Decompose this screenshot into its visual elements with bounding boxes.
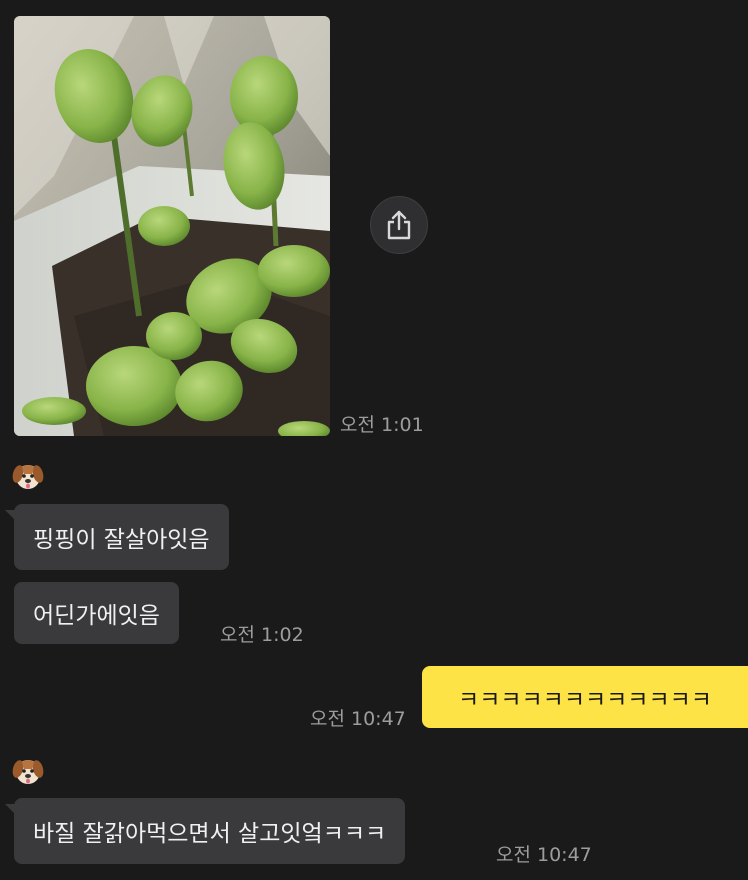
message-time: 오전 1:01 — [340, 414, 424, 436]
friend-avatar[interactable] — [12, 755, 44, 787]
share-button[interactable] — [370, 196, 428, 254]
puppy-face-icon — [12, 465, 44, 489]
friend-avatar[interactable] — [12, 460, 44, 492]
message-time: 오전 10:47 — [310, 708, 406, 730]
plant-photo[interactable] — [14, 16, 330, 436]
share-icon — [387, 210, 411, 240]
friend-message-bubble[interactable]: 어딘가에잇음 — [14, 582, 179, 644]
message-time: 오전 1:02 — [220, 624, 304, 646]
my-message-bubble[interactable]: ㅋㅋㅋㅋㅋㅋㅋㅋㅋㅋㅋㅋ — [422, 666, 748, 728]
friend-message-bubble[interactable]: 핑핑이 잘살아잇음 — [5, 504, 229, 570]
friend-message-bubble[interactable]: 바질 잘갉아먹으면서 살고잇엌ㅋㅋㅋ — [4, 798, 406, 864]
chat-view: 오전 1:01 핑핑이 잘살아잇음 어딘가에잇음 오전 1:02 오전 10:4… — [0, 0, 748, 880]
message-time: 오전 10:47 — [496, 844, 592, 866]
puppy-face-icon — [12, 760, 44, 784]
